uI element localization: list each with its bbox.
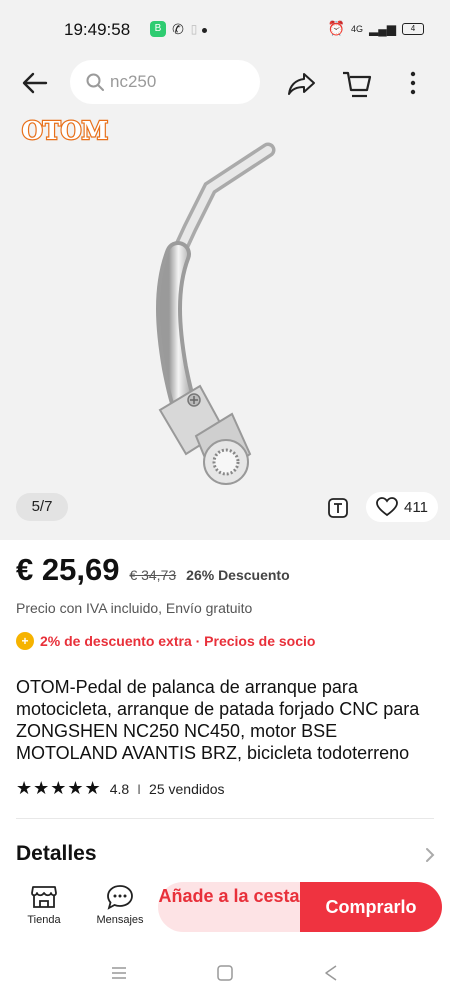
wishlist-count: 411 [404,498,428,516]
search-query: nc250 [110,72,157,91]
square-icon [217,965,233,981]
back-nav-button[interactable] [320,962,342,984]
notification-dot-icon [202,28,207,33]
sold-count: 25 vendidos [149,780,225,797]
more-vertical-icon [410,71,416,95]
rating-row[interactable]: ★★★★★ 4.8 I 25 vendidos [16,778,225,799]
messages-button[interactable]: Mensajes [92,884,148,926]
more-options-button[interactable] [396,66,430,100]
arrow-left-icon [22,72,48,94]
top-toolbar: nc250 [0,58,450,108]
details-chevron-button[interactable] [424,846,436,864]
buy-now-button[interactable]: Comprarlo [300,882,442,932]
status-right: ⏰ 4G ▂▄▆ 4 [328,20,424,37]
recents-button[interactable] [108,962,130,984]
bottom-action-bar: Tienda Mensajes Añade a la cesta Comprar… [0,878,450,946]
cart-icon [343,71,372,98]
svg-text:OTOM: OTOM [22,118,108,144]
translate-icon [328,498,348,518]
search-icon [86,73,104,91]
tax-shipping-note: Precio con IVA incluido, Envío gratuito [16,600,253,616]
menu-lines-icon [112,967,126,979]
chat-bubble-icon [107,885,133,910]
star-rating-icon: ★★★★★ [16,778,102,798]
add-to-cart-button[interactable]: Añade a la cesta [158,882,300,932]
product-title: OTOM-Pedal de palanca de arranque para m… [16,677,420,763]
triangle-back-icon [325,965,337,981]
current-price: € 25,69 [16,552,120,587]
rating-separator: I [137,780,142,797]
cart-button[interactable] [340,66,374,100]
share-icon [288,73,315,95]
app-notification-icon: B [150,21,166,37]
signal-icon: ▂▄▆ [369,21,396,36]
status-bar: 19:49:58 B ✆ ▯ ⏰ 4G ▂▄▆ 4 [0,0,450,58]
heart-icon [376,497,398,517]
faded-notification-icon: ▯ [190,22,198,36]
original-price: € 34,73 [129,567,177,583]
otom-logo-icon: OTOM [21,115,110,146]
alarm-icon: ⏰ [327,20,346,36]
promo-banner[interactable]: + 2% de descuento extra · Precios de soc… [16,632,315,650]
status-time: 19:49:58 [64,20,131,39]
price-row: € 25,69 € 34,73 26% Descuento [16,552,290,588]
discount-label: 26% Descuento [186,567,290,583]
promo-text: 2% de descuento extra · Precios de socio [40,633,316,649]
section-divider [16,818,434,819]
search-input[interactable]: nc250 [70,60,260,104]
coin-icon: + [16,632,34,650]
store-icon [31,886,57,908]
rating-value: 4.8 [109,780,130,797]
battery-icon: 4 [402,22,424,35]
share-button[interactable] [284,66,318,100]
network-label: 4G [351,23,364,34]
chevron-right-icon [426,848,435,862]
store-button[interactable]: Tienda [16,884,72,926]
details-heading[interactable]: Detalles [16,842,97,866]
whatsapp-icon: ✆ [172,21,184,37]
brand-logo: OTOM [14,115,116,146]
image-pager-badge: 5/7 [16,493,68,521]
messages-label: Mensajes [96,914,144,926]
back-button[interactable] [18,66,52,100]
wishlist-button[interactable]: 411 [366,492,438,522]
translate-image-button[interactable] [326,496,350,520]
store-label: Tienda [27,914,61,926]
system-nav-bar [0,946,450,1000]
home-button[interactable] [214,962,236,984]
